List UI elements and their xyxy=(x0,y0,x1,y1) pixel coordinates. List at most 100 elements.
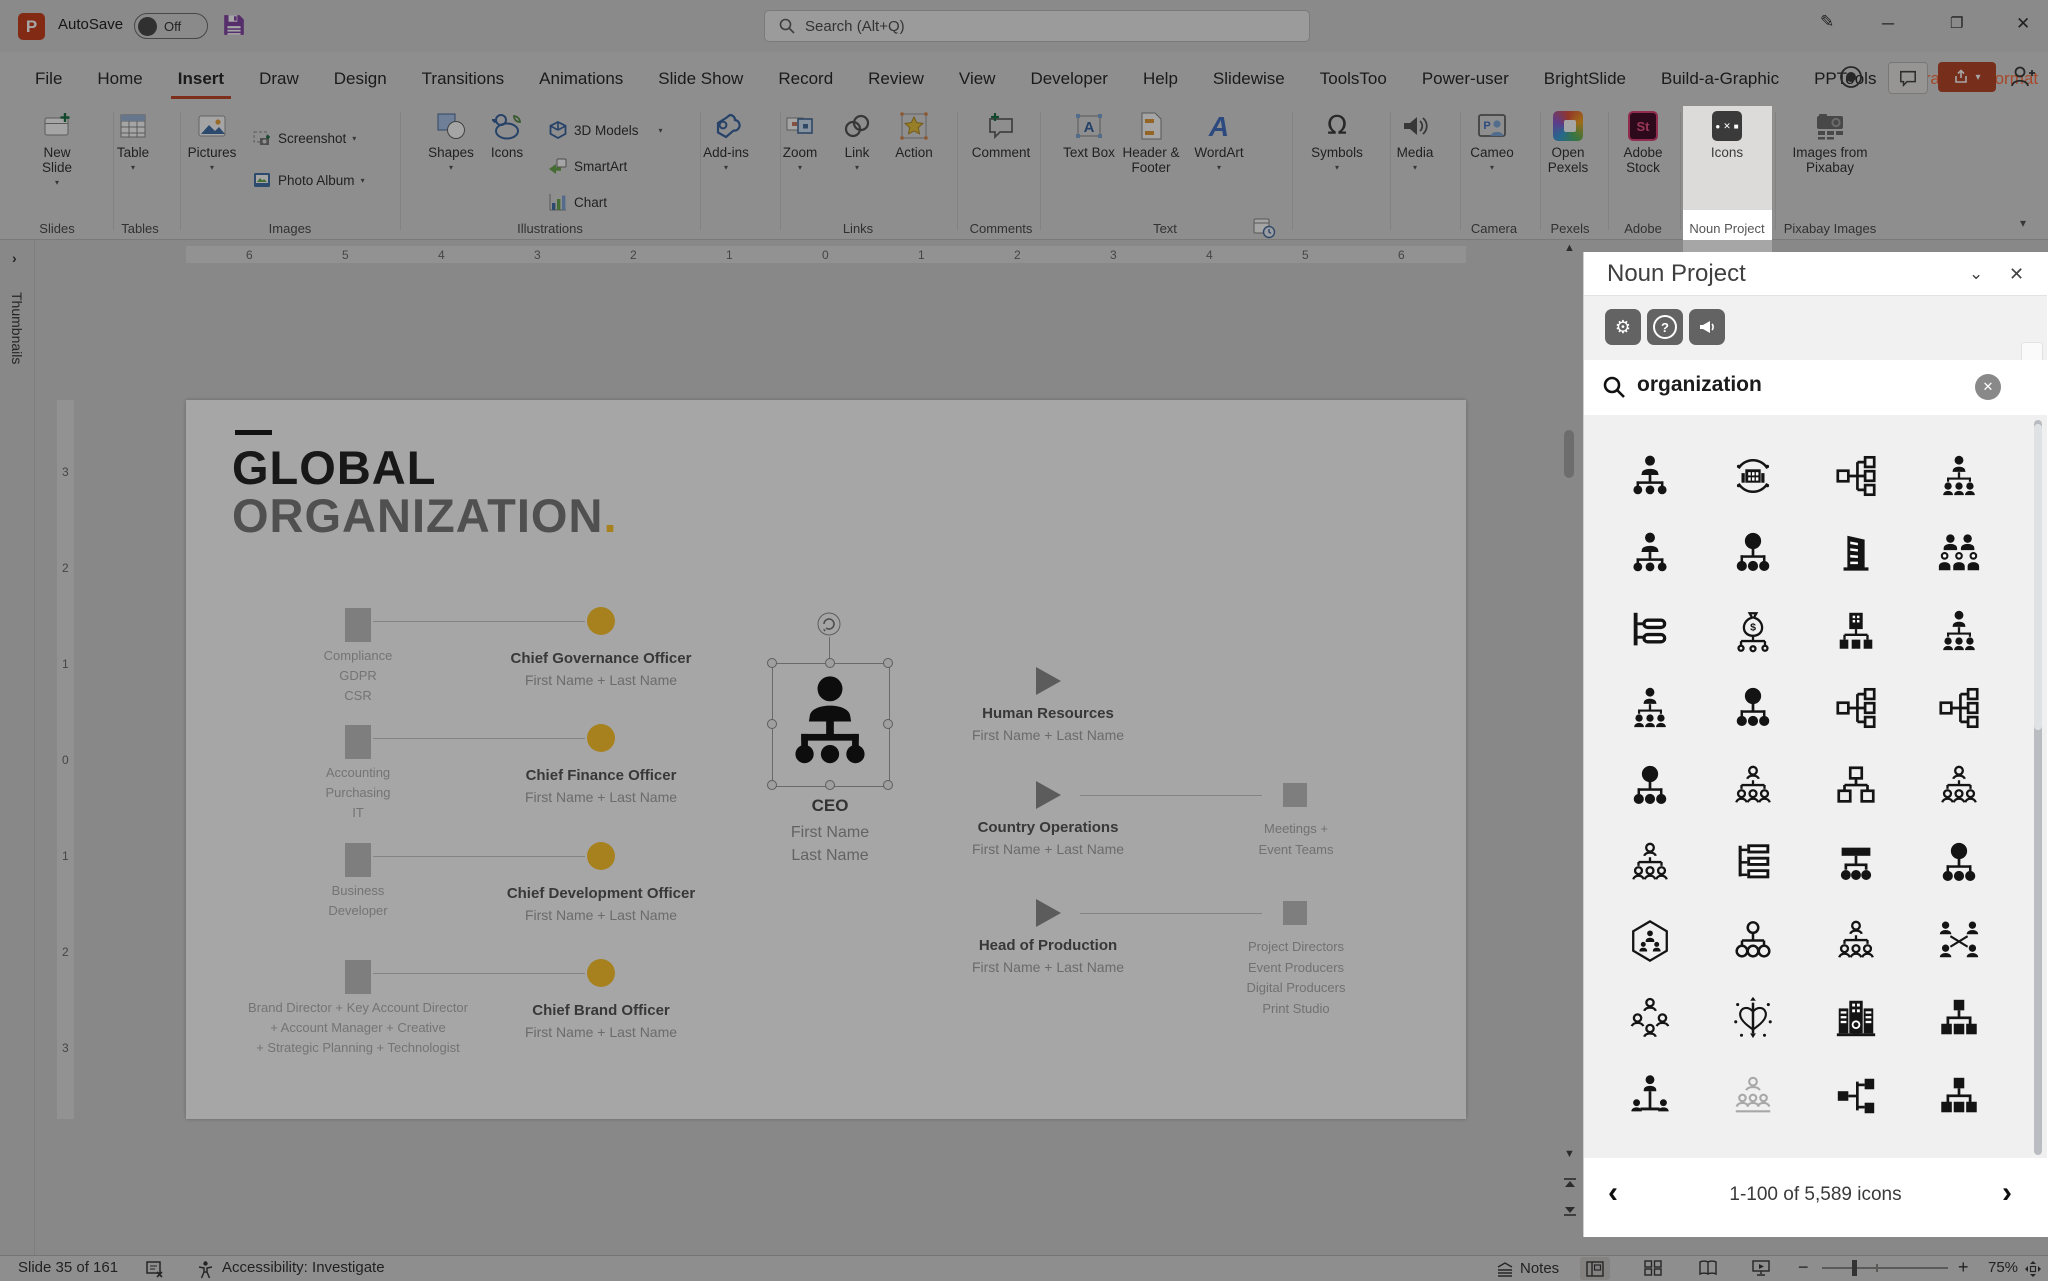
clear-search-icon[interactable]: ✕ xyxy=(1975,374,2001,400)
grid-icon-multi-branch[interactable] xyxy=(1907,670,2010,748)
scroll-down-arrow[interactable]: ▼ xyxy=(1564,1148,1575,1160)
selection-handle[interactable] xyxy=(883,658,893,668)
zoom-in-button[interactable]: + xyxy=(1958,1257,1969,1278)
zoom-level[interactable]: 75% xyxy=(1988,1259,2018,1276)
selection-handle[interactable] xyxy=(767,658,777,668)
megaphone-icon[interactable] xyxy=(1689,309,1725,345)
ceo-org-chart-icon[interactable] xyxy=(782,670,878,775)
ribbon-tab-slide-show[interactable]: Slide Show xyxy=(651,60,750,99)
ink-pen-icon[interactable]: ✎ xyxy=(1820,12,1834,32)
grid-icon-matrix-team[interactable] xyxy=(1907,902,2010,980)
ribbon-tab-view[interactable]: View xyxy=(952,60,1003,99)
shapes-button[interactable]: Shapes▾ xyxy=(424,110,478,172)
text-box-button[interactable]: A Text Box xyxy=(1062,110,1116,160)
rotate-handle[interactable] xyxy=(816,611,842,637)
slide-indicator[interactable]: Slide 35 of 161 xyxy=(18,1259,118,1276)
grid-icon-node-hierarchy-2[interactable] xyxy=(1701,670,1804,748)
open-pexels-button[interactable]: Open Pexels xyxy=(1538,110,1598,175)
spell-check-icon[interactable] xyxy=(146,1260,165,1281)
grid-icon-box-hierarchy-solid[interactable] xyxy=(1907,980,2010,1058)
grid-icon-team-hierarchy-2[interactable] xyxy=(1907,592,2010,670)
new-slide-button[interactable]: New Slide▾ xyxy=(30,110,84,187)
panel-scrollbar-thumb[interactable] xyxy=(2034,424,2042,730)
grid-icon-indented-structure[interactable] xyxy=(1598,592,1701,670)
scroll-up-arrow[interactable]: ▲ xyxy=(1564,242,1575,254)
presenter-coach-icon[interactable] xyxy=(2008,63,2036,96)
ribbon-tab-slidewise[interactable]: Slidewise xyxy=(1206,60,1292,99)
grid-icon-network-nodes[interactable] xyxy=(1907,825,2010,903)
grid-icon-budget-hierarchy[interactable]: $ xyxy=(1701,592,1804,670)
link-button[interactable]: Link▾ xyxy=(830,110,884,172)
ribbon-tab-transitions[interactable]: Transitions xyxy=(415,60,512,99)
icon-search-input[interactable] xyxy=(1635,372,1939,398)
selection-handle[interactable] xyxy=(767,719,777,729)
help-icon[interactable]: ? xyxy=(1647,309,1683,345)
grid-icon-box-hierarchy[interactable] xyxy=(1804,747,1907,825)
panel-close-icon[interactable]: ✕ xyxy=(2009,264,2024,285)
slide-canvas[interactable]: GLOBAL ORGANIZATION. ComplianceGDPRCSR C… xyxy=(186,400,1466,1119)
expand-thumbnails-icon[interactable]: › xyxy=(12,250,17,266)
action-button[interactable]: Action xyxy=(887,110,941,160)
grid-icon-node-hierarchy[interactable] xyxy=(1701,515,1804,593)
selection-handle[interactable] xyxy=(767,780,777,790)
grid-icon-circle-hierarchy[interactable] xyxy=(1701,902,1804,980)
zoom-out-button[interactable]: − xyxy=(1798,1257,1809,1278)
grid-icon-flag-node[interactable] xyxy=(1907,1135,2010,1159)
grid-icon-person-units[interactable] xyxy=(1598,825,1701,903)
grid-icon-office-building[interactable] xyxy=(1804,515,1907,593)
grid-icon-team-hierarchy[interactable] xyxy=(1907,437,2010,515)
search-box[interactable]: Search (Alt+Q) xyxy=(764,10,1310,42)
grid-icon-person-hierarchy-2[interactable] xyxy=(1598,515,1701,593)
collapse-ribbon-icon[interactable]: ▾ xyxy=(2020,216,2026,230)
grid-icon-circle-node[interactable] xyxy=(1598,1135,1701,1159)
selection-handle[interactable] xyxy=(825,780,835,790)
slideshow-view-button[interactable] xyxy=(1752,1260,1770,1280)
chart-button[interactable]: Chart xyxy=(548,192,607,212)
zoom-slider-track[interactable] xyxy=(1822,1267,1948,1269)
smartart-button[interactable]: SmartArt xyxy=(548,156,627,176)
grid-icon-headquarters[interactable] xyxy=(1804,980,1907,1058)
3d-models-button[interactable]: 3D Models▾ xyxy=(548,120,663,140)
grid-icon-org-units[interactable] xyxy=(1804,902,1907,980)
ribbon-tab-power-user[interactable]: Power-user xyxy=(1415,60,1516,99)
accessibility-status[interactable]: Accessibility: Investigate xyxy=(222,1259,385,1276)
fit-slide-to-window-button[interactable] xyxy=(2024,1260,2042,1281)
ribbon-tab-insert[interactable]: Insert xyxy=(171,60,231,99)
zoom-slider-thumb[interactable] xyxy=(1852,1260,1857,1276)
grid-icon-mini-hierarchy[interactable] xyxy=(1804,1135,1907,1159)
icons-button[interactable]: Icons xyxy=(480,110,534,160)
slide-sorter-view-button[interactable] xyxy=(1644,1260,1662,1280)
noun-project-icons-button[interactable]: ●✕■ Icons xyxy=(1700,110,1754,160)
previous-slide-button[interactable] xyxy=(1562,1176,1578,1197)
selection-handle[interactable] xyxy=(883,780,893,790)
ribbon-tab-brightslide[interactable]: BrightSlide xyxy=(1537,60,1633,99)
grid-icon-manager-boxes[interactable] xyxy=(1907,747,2010,825)
notes-button[interactable]: Notes xyxy=(1496,1260,1559,1277)
grid-icon-person-flowchart[interactable] xyxy=(1804,670,1907,748)
grid-icon-division-hierarchy[interactable] xyxy=(1804,825,1907,903)
powerpoint-logo-icon[interactable]: P xyxy=(18,13,45,40)
grid-icon-company-cycle[interactable] xyxy=(1701,437,1804,515)
screenshot-button[interactable]: Screenshot▾ xyxy=(252,128,356,148)
grid-icon-person-hierarchy[interactable] xyxy=(1598,437,1701,515)
grid-icon-box-hierarchy-2[interactable] xyxy=(1907,1057,2010,1135)
ribbon-tab-review[interactable]: Review xyxy=(861,60,931,99)
grid-icon-flowchart-right[interactable] xyxy=(1804,1057,1907,1135)
minimize-button[interactable]: ─ xyxy=(1882,14,1894,34)
ribbon-tab-build-a-graphic[interactable]: Build-a-Graphic xyxy=(1654,60,1786,99)
grid-icon-supervisor-team[interactable] xyxy=(1701,747,1804,825)
panel-collapse-chevron-icon[interactable]: ⌄ xyxy=(1969,264,1983,284)
table-button[interactable]: Table▾ xyxy=(106,110,160,172)
selection-handle[interactable] xyxy=(825,658,835,668)
save-icon[interactable] xyxy=(222,13,246,42)
grid-icon-member-outline[interactable] xyxy=(1701,1135,1804,1159)
reading-view-button[interactable] xyxy=(1698,1260,1718,1280)
grid-icon-node-hierarchy-3[interactable] xyxy=(1598,747,1701,825)
add-ins-button[interactable]: Add-ins▾ xyxy=(699,110,753,172)
zoom-insert-button[interactable]: Zoom▾ xyxy=(773,110,827,172)
grid-icon-manager-team[interactable] xyxy=(1598,670,1701,748)
selection-handle[interactable] xyxy=(883,719,893,729)
grid-icon-team-meeting[interactable] xyxy=(1701,1057,1804,1135)
symbols-button[interactable]: Ω Symbols▾ xyxy=(1310,110,1364,172)
grid-icon-grouped-list[interactable] xyxy=(1701,825,1804,903)
